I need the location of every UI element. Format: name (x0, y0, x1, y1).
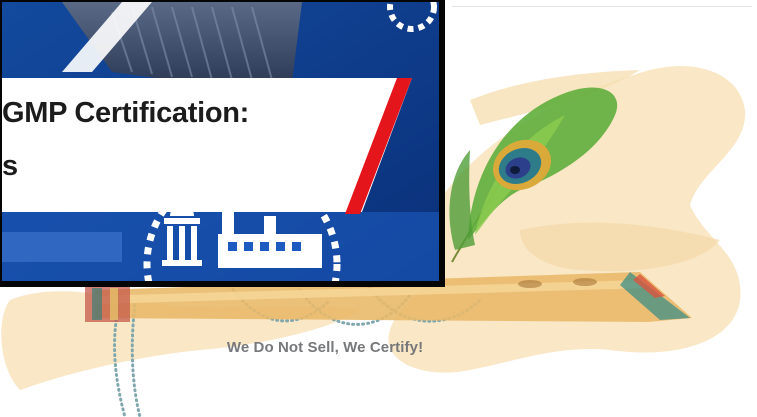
page-canvas: We Do Not Sell, We Certify! GMP Certific… (0, 0, 757, 417)
gmp-certification-banner[interactable]: GMP Certification: s (0, 0, 445, 287)
banner-title: GMP Certification: (2, 97, 250, 129)
banner-subtitle: s (2, 150, 19, 182)
banner-artwork (2, 2, 439, 281)
tagline: We Do Not Sell, We Certify! (226, 339, 424, 356)
